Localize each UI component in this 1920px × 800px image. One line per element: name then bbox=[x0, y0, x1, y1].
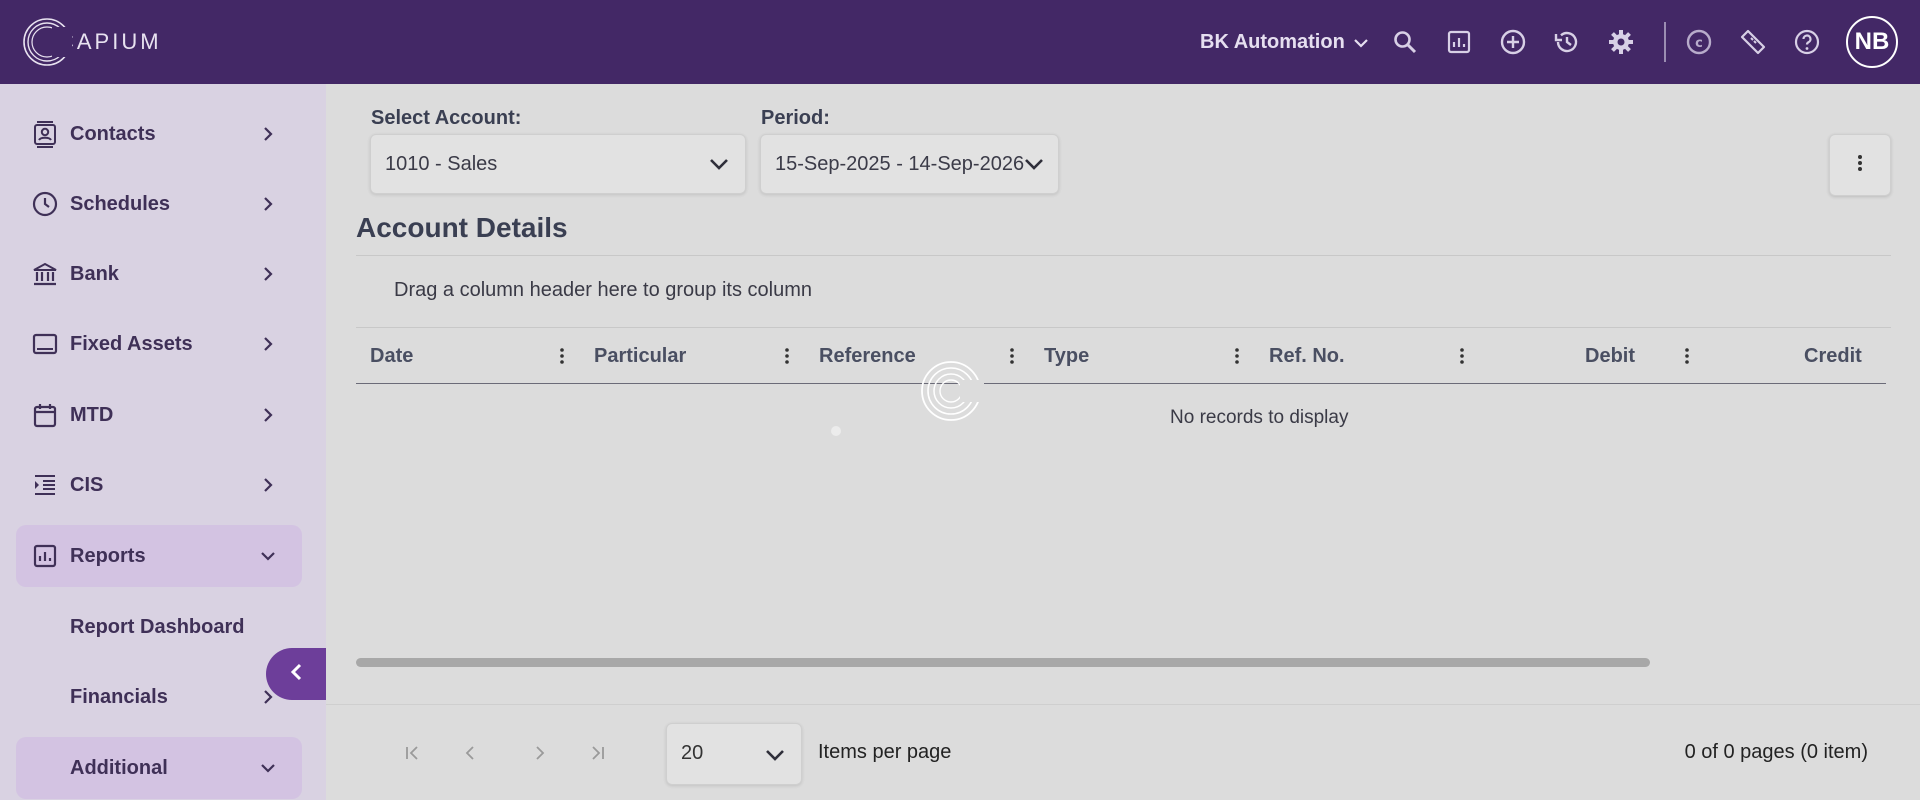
more-vertical-icon bbox=[1857, 153, 1863, 178]
account-select-value: 1010 - Sales bbox=[385, 152, 498, 175]
title-divider bbox=[356, 255, 1891, 256]
main-content: Select Account: 1010 - Sales Period: 15-… bbox=[326, 84, 1920, 800]
sidebar-subitem-additional[interactable]: Additional bbox=[16, 737, 302, 799]
sidebar-item-label: CIS bbox=[70, 473, 104, 496]
next-page-icon[interactable] bbox=[522, 735, 558, 771]
sidebar-item-label: Contacts bbox=[70, 122, 156, 145]
period-select-value: 15-Sep-2025 - 14-Sep-2026 bbox=[775, 152, 1025, 175]
chevron-down-icon bbox=[1022, 152, 1046, 176]
sidebar-item-reports[interactable]: Reports bbox=[16, 525, 302, 587]
column-header-date[interactable]: Date bbox=[370, 329, 413, 383]
search-icon[interactable] bbox=[1384, 21, 1426, 63]
group-panel-hint: Drag a column header here to group its c… bbox=[394, 279, 813, 301]
account-select[interactable]: 1010 - Sales bbox=[370, 134, 746, 194]
period-label: Period: bbox=[761, 107, 830, 129]
sidebar-item-label: Bank bbox=[70, 262, 119, 285]
sidebar-item-label: Reports bbox=[70, 544, 146, 567]
items-per-page-label: Items per page bbox=[818, 741, 952, 763]
capium-logo[interactable]: CAPIUM bbox=[22, 17, 162, 67]
chevron-right-icon bbox=[258, 194, 278, 214]
sidebar-item-contacts[interactable]: Contacts bbox=[16, 103, 302, 165]
pagination-bar: 20 Items per page 0 of 0 pages (0 item) bbox=[326, 704, 1920, 800]
chevron-right-icon bbox=[258, 124, 278, 144]
chevron-down-icon bbox=[763, 743, 787, 767]
sidebar-subitem-report-dashboard[interactable]: Report Dashboard bbox=[16, 596, 302, 658]
group-panel-divider bbox=[356, 327, 1891, 328]
column-header-type[interactable]: Type bbox=[1044, 329, 1089, 383]
page-size-select[interactable]: 20 bbox=[666, 723, 802, 785]
settings-icon[interactable] bbox=[1600, 21, 1642, 63]
table-header: Date Particular Reference Type Ref. No. … bbox=[356, 329, 1886, 384]
top-navbar: CAPIUM BK Automation c NB bbox=[0, 0, 1920, 84]
bank-icon bbox=[30, 259, 60, 289]
topbar-divider bbox=[1664, 22, 1666, 62]
sidebar-item-schedules[interactable]: Schedules bbox=[16, 173, 302, 235]
column-header-ref-no[interactable]: Ref. No. bbox=[1269, 329, 1345, 383]
monitor-icon bbox=[30, 329, 60, 359]
column-header-credit[interactable]: Credit bbox=[1804, 329, 1862, 383]
report-icon[interactable] bbox=[1438, 21, 1480, 63]
sidebar-subitem-label: Report Dashboard bbox=[70, 615, 245, 638]
calendar-icon bbox=[30, 400, 60, 430]
chevron-right-icon bbox=[258, 405, 278, 425]
first-page-icon[interactable] bbox=[394, 735, 430, 771]
column-menu-icon[interactable] bbox=[777, 346, 797, 366]
sidebar-item-mtd[interactable]: MTD bbox=[16, 384, 302, 446]
chevron-down-icon bbox=[258, 546, 278, 566]
column-header-reference[interactable]: Reference bbox=[819, 329, 916, 383]
chevron-right-icon bbox=[258, 334, 278, 354]
sidebar-item-label: Fixed Assets bbox=[70, 332, 193, 355]
pagination-info: 0 of 0 pages (0 item) bbox=[1684, 741, 1868, 763]
previous-page-icon[interactable] bbox=[452, 735, 488, 771]
sidebar-collapse-button[interactable] bbox=[266, 648, 326, 700]
chevron-right-icon bbox=[258, 475, 278, 495]
chevron-left-icon bbox=[289, 662, 303, 687]
capium-logo-mark bbox=[22, 17, 74, 67]
more-options-button[interactable] bbox=[1829, 134, 1891, 196]
column-menu-icon[interactable] bbox=[552, 346, 572, 366]
chevron-down-icon bbox=[1353, 31, 1369, 54]
empty-table-message: No records to display bbox=[1170, 407, 1349, 428]
history-icon[interactable] bbox=[1546, 21, 1588, 63]
help-icon[interactable] bbox=[1786, 21, 1828, 63]
sidebar-item-cis[interactable]: CIS bbox=[16, 454, 302, 516]
last-page-icon[interactable] bbox=[580, 735, 616, 771]
sidebar-item-fixed-assets[interactable]: Fixed Assets bbox=[16, 313, 302, 375]
logo-text: CAPIUM bbox=[58, 29, 162, 54]
indent-list-icon bbox=[30, 470, 60, 500]
column-menu-icon[interactable] bbox=[1227, 346, 1247, 366]
ticket-icon[interactable] bbox=[1732, 21, 1774, 63]
loading-dot bbox=[831, 426, 841, 436]
sidebar-subitem-label: Financials bbox=[70, 685, 168, 708]
chevron-down-icon bbox=[707, 152, 731, 176]
column-menu-icon[interactable] bbox=[1677, 346, 1697, 366]
user-avatar[interactable]: NB bbox=[1846, 16, 1898, 68]
organization-switcher[interactable]: BK Automation bbox=[1200, 21, 1369, 63]
horizontal-scrollbar[interactable] bbox=[356, 658, 1650, 667]
sidebar-item-label: MTD bbox=[70, 403, 114, 426]
sidebar-item-label: Schedules bbox=[70, 192, 171, 215]
column-header-debit[interactable]: Debit bbox=[1585, 329, 1635, 383]
sidebar-subitem-label: Additional bbox=[70, 756, 168, 779]
sidebar-item-bank[interactable]: Bank bbox=[16, 243, 302, 305]
add-circle-icon[interactable] bbox=[1492, 21, 1534, 63]
contacts-icon bbox=[30, 119, 60, 149]
capium-c-icon[interactable]: c bbox=[1678, 21, 1720, 63]
report-icon bbox=[30, 541, 60, 571]
select-account-label: Select Account: bbox=[371, 107, 522, 129]
svg-text:c: c bbox=[1695, 36, 1703, 51]
sidebar-subitem-financials[interactable]: Financials bbox=[16, 666, 302, 728]
column-menu-icon[interactable] bbox=[1002, 346, 1022, 366]
chevron-right-icon bbox=[258, 264, 278, 284]
page-title: Account Details bbox=[356, 212, 568, 243]
organization-name: BK Automation bbox=[1200, 30, 1345, 53]
clock-icon bbox=[30, 189, 60, 219]
chevron-down-icon bbox=[258, 758, 278, 778]
page-size-value: 20 bbox=[681, 742, 704, 764]
loading-spinner-icon bbox=[918, 358, 986, 424]
column-menu-icon[interactable] bbox=[1452, 346, 1472, 366]
period-select[interactable]: 15-Sep-2025 - 14-Sep-2026 bbox=[760, 134, 1059, 194]
column-header-particular[interactable]: Particular bbox=[594, 329, 686, 383]
